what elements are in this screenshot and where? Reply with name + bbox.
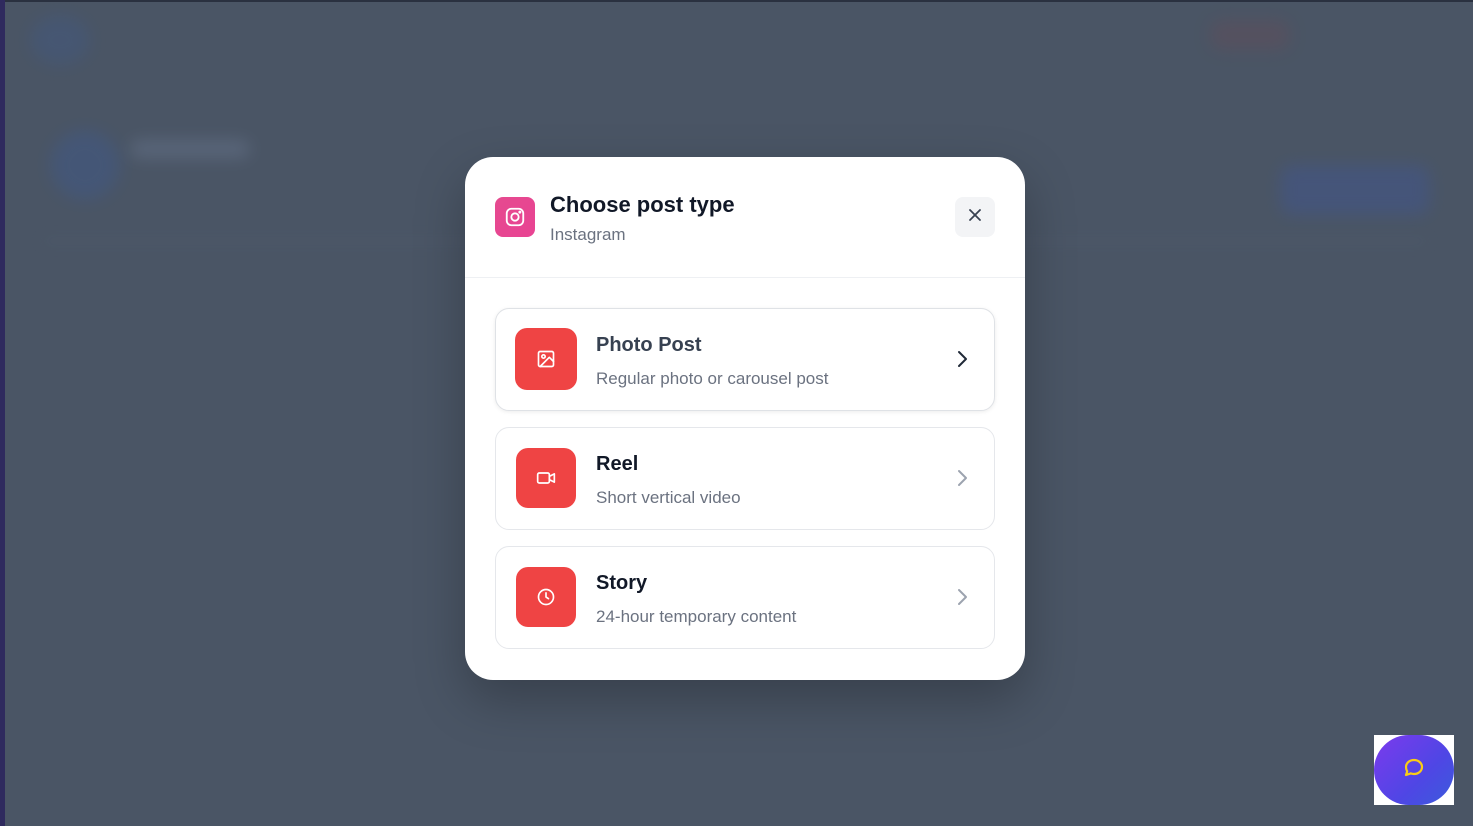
chevron-right-icon xyxy=(952,349,972,369)
option-description: Short vertical video xyxy=(596,488,741,507)
chat-launcher-container xyxy=(1374,735,1454,805)
window-top-border xyxy=(0,0,1473,2)
option-title: Photo Post xyxy=(596,334,702,356)
window-left-border xyxy=(0,0,5,826)
chevron-right-icon xyxy=(952,587,972,607)
dialog-subtitle: Instagram xyxy=(550,225,626,244)
image-icon xyxy=(515,328,577,390)
chevron-right-icon xyxy=(952,468,972,488)
option-title: Story xyxy=(596,572,648,594)
option-description: 24-hour temporary content xyxy=(596,607,797,626)
video-icon xyxy=(516,448,576,508)
post-type-list: Photo Post Regular photo or carousel pos… xyxy=(495,308,995,665)
instagram-icon xyxy=(495,197,535,237)
clock-icon xyxy=(516,567,576,627)
blurred-avatar xyxy=(50,130,120,200)
blurred-text xyxy=(130,140,250,158)
blurred-button xyxy=(1280,165,1430,215)
choose-post-type-dialog: Choose post type Instagram Photo Post Re… xyxy=(465,157,1025,680)
option-story[interactable]: Story 24-hour temporary content xyxy=(495,546,995,649)
close-icon xyxy=(968,208,982,227)
chat-launcher-button[interactable] xyxy=(1374,735,1454,805)
option-description: Regular photo or carousel post xyxy=(596,369,829,388)
blurred-badge xyxy=(1210,20,1290,50)
option-photo-post[interactable]: Photo Post Regular photo or carousel pos… xyxy=(495,308,995,411)
blurred-logo xyxy=(30,15,90,65)
option-reel[interactable]: Reel Short vertical video xyxy=(495,427,995,530)
chat-bubble-icon xyxy=(1402,756,1426,785)
dialog-title: Choose post type xyxy=(550,192,735,217)
option-title: Reel xyxy=(596,453,639,475)
close-button[interactable] xyxy=(955,197,995,237)
page-backdrop: Choose post type Instagram Photo Post Re… xyxy=(0,0,1473,826)
dialog-header: Choose post type Instagram xyxy=(465,157,1025,278)
